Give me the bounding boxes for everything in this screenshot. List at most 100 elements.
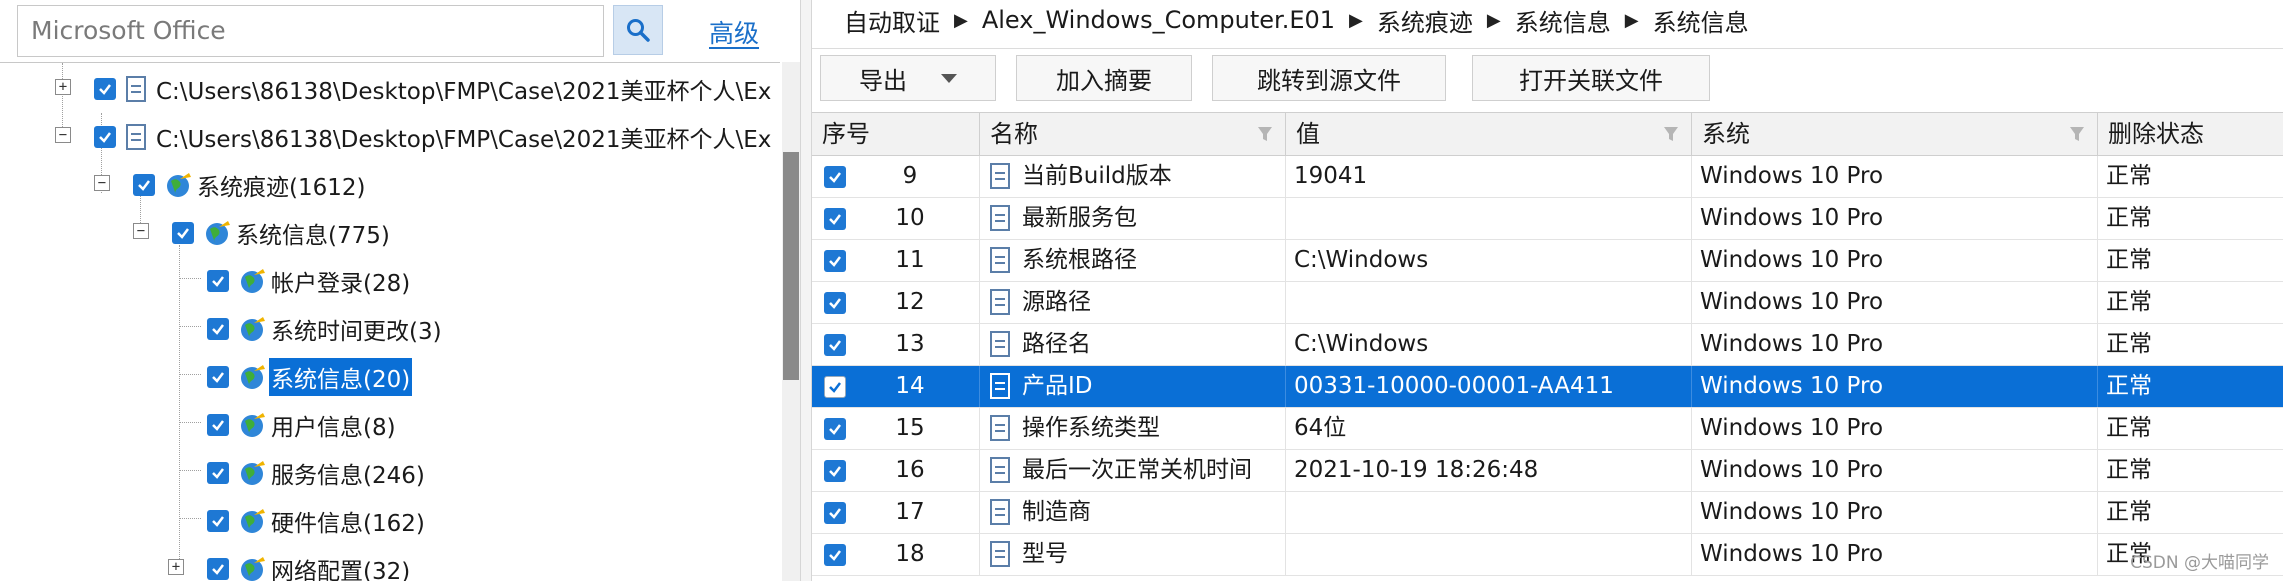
checkbox-icon[interactable] [824,376,846,398]
cell-index: 12 [812,282,980,323]
filter-icon[interactable] [1663,125,1679,143]
tree-scrollbar[interactable] [782,62,800,581]
file-icon [990,373,1010,399]
cell-value: 64位 [1286,408,1692,449]
checkbox-icon[interactable] [207,414,229,436]
export-button[interactable]: 导出 [820,55,996,101]
breadcrumb-item[interactable]: 自动取证 [844,3,940,38]
table-row[interactable]: 18 型号 Windows 10 Pro 正常 [812,534,2283,576]
data-table: 序号 名称 值 系统 删除状态 9 当前Build版本 19041 Windows 1… [812,112,2283,581]
column-header-delete-status[interactable]: 删除状态 [2098,113,2283,155]
tree-node-label: 帐户登录(28) [271,271,411,297]
filter-icon[interactable] [2069,125,2085,143]
breadcrumb-item[interactable]: 系统信息 [1515,3,1611,38]
checkbox-icon[interactable] [824,334,846,356]
jump-to-source-button[interactable]: 跳转到源文件 [1212,55,1446,101]
tree-node-network-config[interactable]: 网络配置(32) [207,547,412,581]
scrollbar-thumb[interactable] [783,152,799,380]
file-icon [990,331,1010,357]
checkbox-icon[interactable] [207,366,229,388]
checkbox-icon[interactable] [824,166,846,188]
tree-node-service-info[interactable]: 服务信息(246) [207,451,427,495]
column-header-label: 名称 [990,120,1038,148]
checkbox-icon[interactable] [824,250,846,272]
tree-node-system-info-selected[interactable]: 系统信息(20) [207,355,413,399]
table-row[interactable]: 13 路径名 C:\Windows Windows 10 Pro 正常 [812,324,2283,366]
globe-icon [167,173,191,197]
tree-node-system-info[interactable]: 系统信息(775) [172,211,392,255]
breadcrumb-item[interactable]: 系统痕迹 [1377,3,1473,38]
tree-expander[interactable]: − [55,127,71,143]
column-header-system[interactable]: 系统 [1692,113,2098,155]
cell-system: Windows 10 Pro [1692,450,2098,491]
cell-delete-status: 正常 [2106,289,2152,315]
checkbox-icon[interactable] [824,208,846,230]
tree-node-account-login[interactable]: 帐户登录(28) [207,259,412,303]
column-header-index[interactable]: 序号 [812,113,980,155]
table-row[interactable]: 12 源路径 Windows 10 Pro 正常 [812,282,2283,324]
cell-system: Windows 10 Pro [1692,366,2098,407]
table-row[interactable]: 17 制造商 Windows 10 Pro 正常 [812,492,2283,534]
search-button[interactable] [613,5,663,55]
checkbox-icon[interactable] [207,270,229,292]
checkbox-icon[interactable] [824,418,846,440]
table-row[interactable]: 14 产品ID 00331-10000-00001-AA411 Windows 10 … [812,366,2283,408]
checkbox-icon[interactable] [94,78,116,100]
name-text: 制造商 [1022,499,1091,525]
checkbox-icon[interactable] [207,318,229,340]
cell-delete-status: 正常 [2106,163,2152,189]
tree-guide-line [179,422,201,423]
column-header-value[interactable]: 值 [1286,113,1692,155]
tree-guide-line [179,326,201,327]
checkbox-icon[interactable] [207,462,229,484]
search-input[interactable]: Microsoft Office [17,5,604,57]
tree-node-system-traces[interactable]: 系统痕迹(1612) [133,163,367,207]
tree-node-label: 系统时间更改(3) [271,319,442,345]
cell-delete-status: 正常 [2106,499,2152,525]
tree-node-label: 用户信息(8) [271,415,396,441]
checkbox-icon[interactable] [207,558,229,580]
table-row[interactable]: 10 最新服务包 Windows 10 Pro 正常 [812,198,2283,240]
checkbox-icon[interactable] [172,222,194,244]
tree-expander[interactable]: + [168,559,184,575]
filter-icon[interactable] [1257,125,1273,143]
table-row[interactable]: 16 最后一次正常关机时间 2021-10-19 18:26:48 Windows 1… [812,450,2283,492]
open-related-file-button[interactable]: 打开关联文件 [1472,55,1710,101]
advanced-search-link[interactable]: 高级 [709,14,759,50]
column-header-name[interactable]: 名称 [980,113,1286,155]
add-summary-button[interactable]: 加入摘要 [1016,55,1192,101]
row-number: 15 [895,415,925,441]
cell-delete-status: 正常 [2106,373,2152,399]
breadcrumb-item[interactable]: Alex_Windows_Computer.E01 [982,6,1335,34]
tree-node-hardware-info[interactable]: 硬件信息(162) [207,499,427,543]
cell-name: 最新服务包 [980,198,1286,239]
tree-guide-line [179,278,201,279]
tree-node-case-file[interactable]: C:\Users\86138\Desktop\FMP\Case\2021美亚杯个… [94,67,773,111]
cell-delete-status: 正常 [2106,205,2152,231]
checkbox-icon[interactable] [94,126,116,148]
checkbox-icon[interactable] [824,460,846,482]
row-number: 16 [895,457,925,483]
table-row[interactable]: 9 当前Build版本 19041 Windows 10 Pro 正常 [812,156,2283,198]
tree-expander[interactable]: − [133,223,149,239]
tree-expander[interactable]: + [55,79,71,95]
checkbox-icon[interactable] [824,292,846,314]
cell-delete-status: 正常 [2106,457,2152,483]
tree-node-time-change[interactable]: 系统时间更改(3) [207,307,444,351]
globe-icon [241,365,265,389]
pane-splitter[interactable] [800,0,812,581]
checkbox-icon[interactable] [133,174,155,196]
tree-expander[interactable]: − [94,175,110,191]
cell-value: C:\Windows [1286,324,1692,365]
checkbox-icon[interactable] [824,502,846,524]
checkbox-icon[interactable] [824,544,846,566]
table-row[interactable]: 15 操作系统类型 64位 Windows 10 Pro 正常 [812,408,2283,450]
cell-name: 最后一次正常关机时间 [980,450,1286,491]
tree-node-user-info[interactable]: 用户信息(8) [207,403,398,447]
globe-icon [241,461,265,485]
breadcrumb-item[interactable]: 系统信息 [1653,3,1749,38]
tree-node-case-file[interactable]: C:\Users\86138\Desktop\FMP\Case\2021美亚杯个… [94,115,773,159]
table-row[interactable]: 11 系统根路径 C:\Windows Windows 10 Pro 正常 [812,240,2283,282]
checkbox-icon[interactable] [207,510,229,532]
cell-system: Windows 10 Pro [1692,156,2098,197]
